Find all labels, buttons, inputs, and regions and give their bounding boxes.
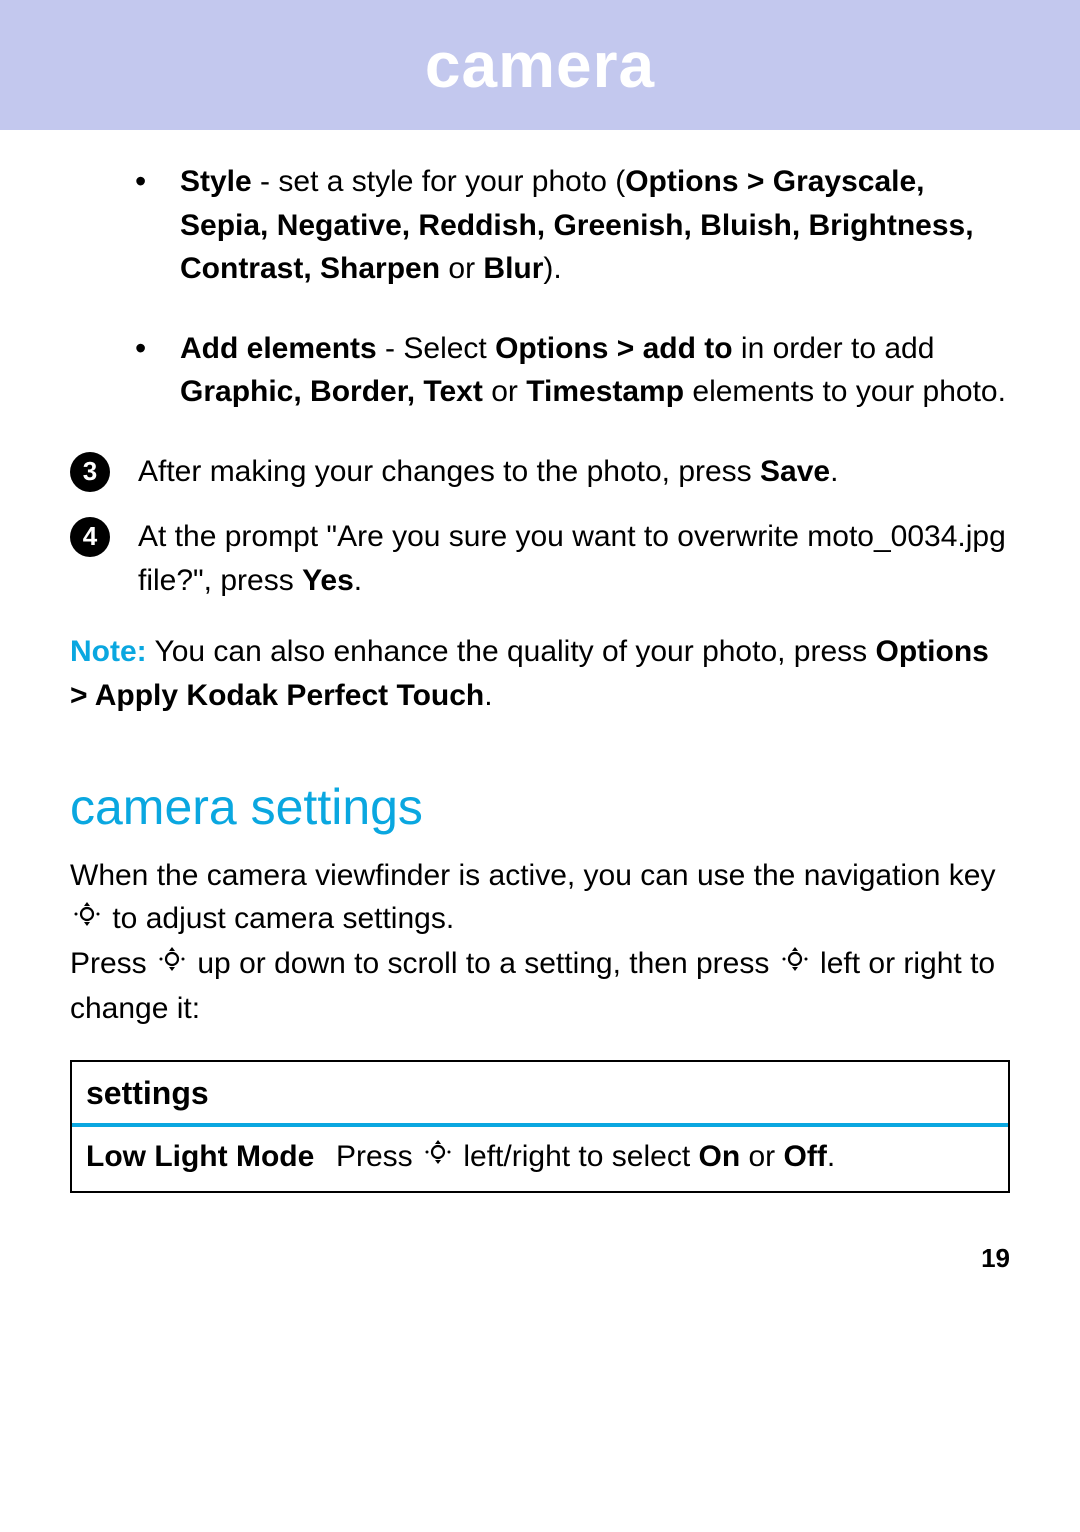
step-3: 3 After making your changes to the photo… — [70, 450, 1010, 494]
table-row: Low Light Mode Press left/right to selec… — [72, 1127, 1008, 1192]
text: ). — [543, 252, 561, 285]
step-number-badge: 3 — [70, 452, 110, 492]
text: to adjust camera settings. — [112, 902, 454, 935]
nav-key-icon — [72, 898, 102, 942]
text: When the camera viewfinder is active, yo… — [70, 859, 996, 892]
text: or — [440, 252, 483, 285]
text: elements to your photo. — [684, 375, 1006, 408]
text: left/right to select — [463, 1140, 698, 1173]
text: . — [830, 455, 838, 488]
bullet-label: Style — [180, 165, 252, 198]
text: . — [484, 679, 492, 712]
nav-key-icon — [423, 1136, 453, 1180]
bullet-style: Style - set a style for your photo (Opti… — [110, 160, 1010, 291]
note-paragraph: Note: You can also enhance the quality o… — [70, 630, 1010, 717]
text: - set a style for your photo ( — [252, 165, 626, 198]
step-4: 4 At the prompt "Are you sure you want t… — [70, 515, 1010, 602]
text: Press — [70, 947, 155, 980]
step-text: After making your changes to the photo, … — [138, 450, 838, 494]
text: Press — [336, 1140, 421, 1173]
settings-table: settings Low Light Mode Press left/right… — [70, 1060, 1010, 1193]
header-title: camera — [425, 28, 655, 102]
setting-description: Press left/right to select On or Off. — [336, 1135, 835, 1180]
page-header: camera — [0, 0, 1080, 130]
settings-table-header: settings — [72, 1062, 1008, 1126]
text: You can also enhance the quality of your… — [147, 635, 876, 668]
text: or — [740, 1140, 783, 1173]
nav-key-icon — [157, 943, 187, 987]
step-text: At the prompt "Are you sure you want to … — [138, 515, 1010, 602]
bold-ts: Timestamp — [526, 375, 684, 408]
text: in order to add — [733, 332, 935, 365]
bullet-add-elements: Add elements - Select Options > add to i… — [110, 327, 1010, 414]
page-number: 19 — [0, 1193, 1080, 1304]
bold-save: Save — [760, 455, 830, 488]
text: or — [483, 375, 526, 408]
bullet-list: Style - set a style for your photo ( Opti… — [110, 160, 1010, 414]
section-heading: camera settings — [70, 771, 1010, 844]
bold-options: Options > add to — [495, 332, 733, 365]
text: - Select — [377, 332, 495, 365]
step-number-badge: 4 — [70, 517, 110, 557]
bold-blur: Blur — [483, 252, 543, 285]
page-content: Style - set a style for your photo ( Opti… — [0, 130, 1080, 1193]
text: . — [827, 1140, 835, 1173]
bold-on: On — [698, 1140, 740, 1173]
nav-key-icon — [780, 943, 810, 987]
text: At the prompt "Are you sure you want to … — [138, 520, 1006, 597]
section-paragraph: When the camera viewfinder is active, yo… — [70, 854, 1010, 1031]
setting-name: Low Light Mode — [86, 1135, 336, 1180]
note-label: Note: — [70, 635, 147, 668]
text: . — [354, 564, 362, 597]
text: After making your changes to the photo, … — [138, 455, 760, 488]
bold-elems: Graphic, Border, Text — [180, 375, 483, 408]
bold-off: Off — [784, 1140, 827, 1173]
bold-yes: Yes — [302, 564, 354, 597]
text: up or down to scroll to a setting, then … — [197, 947, 777, 980]
bullet-label: Add elements — [180, 332, 377, 365]
